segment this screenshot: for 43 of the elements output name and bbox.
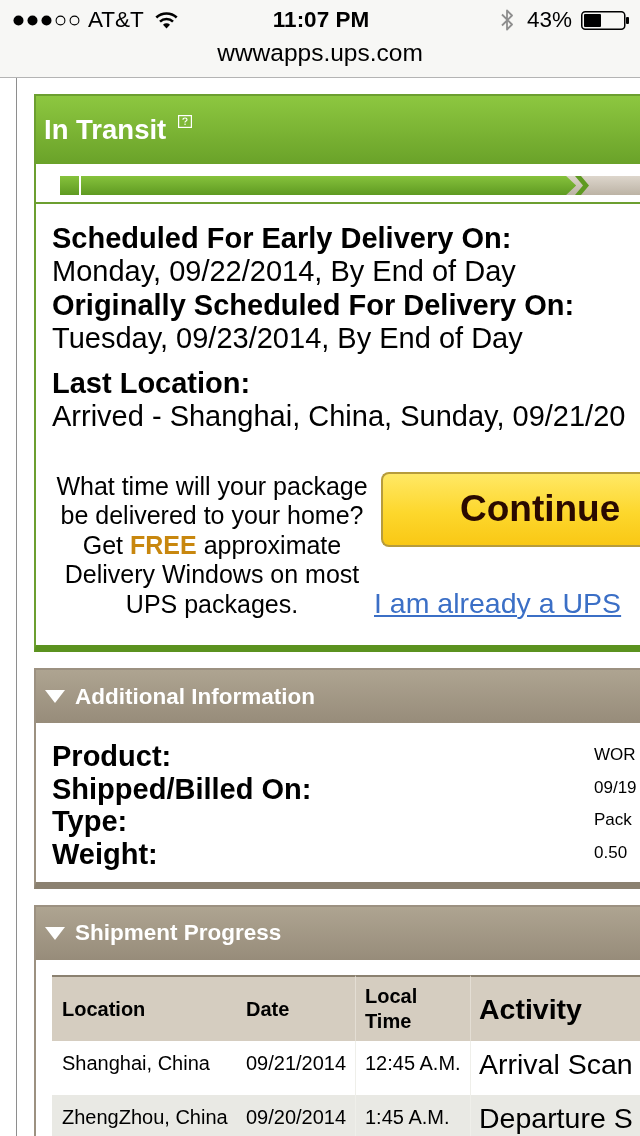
table-cell-text: 09/21/2014 bbox=[245, 1051, 348, 1077]
battery-percent: 43% bbox=[526, 7, 572, 33]
delivery-date: Tuesday, 09/23/2014, By End of Day bbox=[52, 322, 524, 356]
battery-icon bbox=[581, 10, 629, 30]
column-header: Activity bbox=[470, 975, 640, 1042]
info-label: Type: bbox=[52, 805, 129, 839]
caret-icon[interactable] bbox=[45, 926, 65, 940]
panel-header[interactable]: Shipment Progress bbox=[36, 906, 640, 960]
column-header: Date bbox=[236, 975, 355, 1042]
column-header: Local Time bbox=[355, 975, 470, 1042]
delivery-label: Scheduled For Early Delivery On: bbox=[52, 221, 513, 255]
delivery-date: Monday, 09/22/2014, By End of Day bbox=[52, 255, 517, 289]
table-cell: 1:45 A.M. bbox=[355, 1095, 470, 1136]
table-cell-text: Shanghai, China bbox=[61, 1051, 211, 1077]
info-label: Weight: bbox=[52, 838, 159, 871]
info-label: Product: bbox=[52, 739, 173, 773]
help-icon[interactable] bbox=[178, 115, 193, 128]
panel-header[interactable]: Additional Information bbox=[36, 670, 640, 724]
signal-icon bbox=[13, 14, 81, 26]
section-title: Shipment Progress bbox=[75, 920, 282, 947]
wifi-icon bbox=[154, 11, 178, 29]
info-value: Pack bbox=[594, 809, 632, 832]
table-cell: Departure S bbox=[470, 1095, 640, 1136]
info-value: 0.50 bbox=[594, 842, 628, 865]
clock-time: 11:07 PM bbox=[272, 7, 370, 33]
status-title: In Transit bbox=[44, 113, 167, 146]
delivery-label: Originally Scheduled For Delivery On: bbox=[52, 288, 576, 322]
url-text[interactable]: wwwapps.ups.com bbox=[217, 39, 423, 66]
member-link[interactable]: I am already a UPS bbox=[374, 586, 622, 619]
table-cell: ZhengZhou, China bbox=[52, 1095, 236, 1136]
table-cell: 09/20/2014 bbox=[236, 1095, 355, 1136]
column-header: Location bbox=[52, 975, 236, 1042]
info-value: 09/19 bbox=[594, 776, 637, 799]
promo-text: What time will your package be delivered to your home? Get FREE approximate Delivery Windows on most UPS packages. bbox=[55, 471, 369, 620]
carrier-name: AT&T bbox=[88, 7, 144, 33]
continue-button[interactable]: Continue bbox=[381, 471, 640, 547]
caret-icon[interactable] bbox=[45, 690, 65, 704]
info-label: Shipped/Billed On: bbox=[52, 772, 313, 806]
location-value: Arrived - Shanghai, China, Sunday, 09/21/20 bbox=[52, 400, 627, 434]
location-label: Last Location: bbox=[52, 366, 252, 400]
chevron-icon bbox=[573, 176, 590, 195]
section-title: Additional Information bbox=[75, 683, 315, 710]
info-value: WOR bbox=[594, 743, 636, 766]
